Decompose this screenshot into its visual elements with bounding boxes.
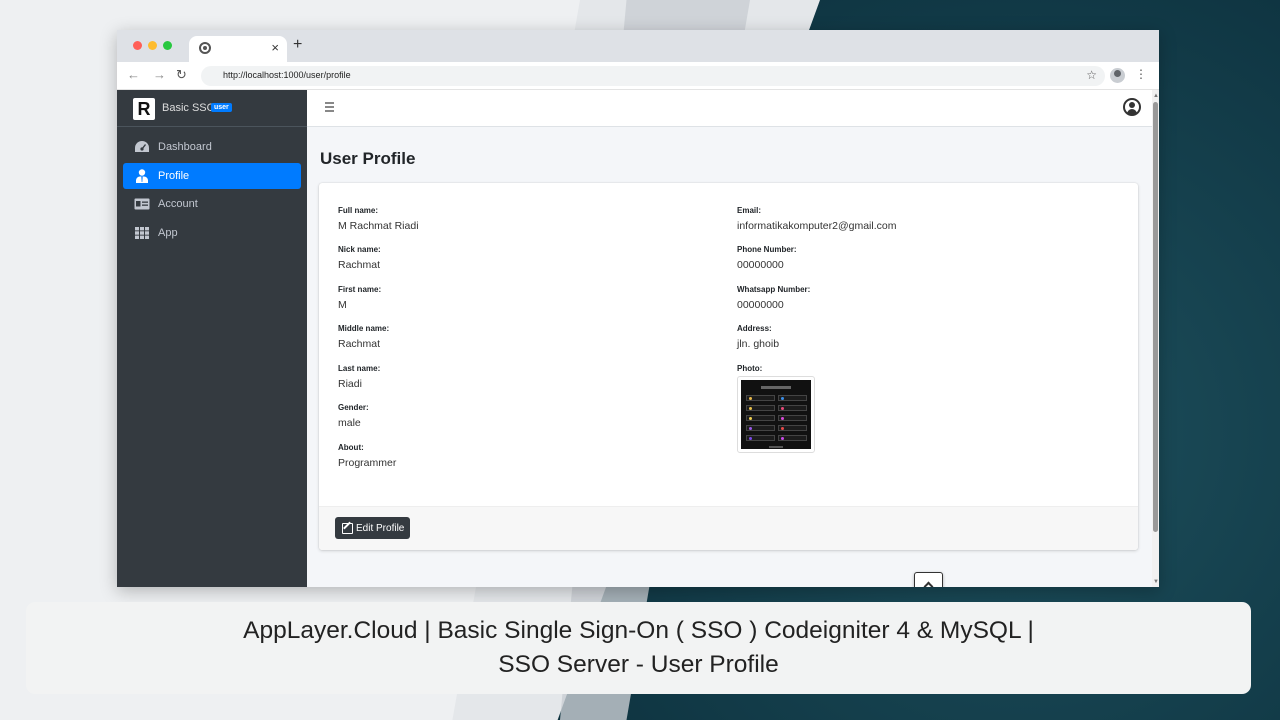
field-value: 00000000 [737,299,784,311]
field-label: Email: [737,206,762,215]
field-label: First name: [338,285,382,294]
field-label: Gender: [338,403,369,412]
caption-line-1: AppLayer.Cloud | Basic Single Sign-On ( … [243,617,1034,644]
user-account-icon[interactable] [1123,98,1141,116]
maximize-window-button[interactable] [163,41,172,50]
page-scrollbar[interactable]: ▲ ▼ [1152,90,1159,587]
reload-icon[interactable]: ↻ [176,67,187,83]
sidebar-item-dashboard[interactable]: Dashboard [123,134,301,160]
field-full-name: Full name: M Rachmat Riadi [338,206,419,232]
field-value: informatikakomputer2@gmail.com [737,220,897,232]
field-label: Middle name: [338,324,390,333]
sidebar-item-label: Account [158,198,198,210]
role-badge: user [211,103,232,112]
photo-thumbnail [741,380,811,449]
grid-icon [135,226,149,239]
field-whatsapp-number: Whatsapp Number: 00000000 [737,285,810,311]
sidebar-item-app[interactable]: App [123,220,301,246]
scroll-down-arrow-icon[interactable]: ▼ [1153,579,1159,585]
field-phone-number: Phone Number: 00000000 [737,245,797,271]
video-caption: AppLayer.Cloud | Basic Single Sign-On ( … [26,602,1251,694]
forward-arrow-icon[interactable]: → [153,67,166,82]
content-wrapper: User Profile Full name: M Rachmat Riadi … [307,127,1152,587]
window-controls [133,41,172,50]
field-value: male [338,417,361,429]
field-value: M Rachmat Riadi [338,220,419,232]
edit-icon [342,522,353,534]
field-value: 00000000 [737,259,784,271]
field-gender: Gender: male [338,403,369,429]
url-text: http://localhost:1000/user/profile [223,70,351,80]
field-label: Nick name: [338,245,381,254]
profile-card: Full name: M Rachmat Riadi Nick name: Ra… [319,183,1138,550]
bookmark-star-icon[interactable]: ☆ [1086,68,1097,82]
field-value: Rachmat [338,259,381,271]
dashboard-icon [135,141,149,152]
page-viewport: R Basic SSO user Dashboard Profile Accou… [117,90,1159,587]
scroll-up-arrow-icon[interactable]: ▲ [1153,93,1159,99]
top-navbar [307,90,1152,127]
back-arrow-icon[interactable]: ← [127,67,140,82]
sidebar: R Basic SSO user Dashboard Profile Accou… [117,90,307,587]
field-label: Whatsapp Number: [737,285,811,294]
tab-close-icon[interactable]: × [271,40,279,55]
edit-profile-label: Edit Profile [356,522,405,534]
minimize-window-button[interactable] [148,41,157,50]
field-value: Programmer [338,457,397,469]
field-label: Photo: [737,364,763,373]
field-label: Last name: [338,364,381,373]
field-value: jln. ghoib [737,338,780,350]
field-first-name: First name: M [338,285,381,311]
back-to-top-button[interactable] [914,572,943,587]
chevron-up-icon [923,581,934,587]
field-label: Full name: [338,206,379,215]
hamburger-menu-icon[interactable] [325,102,334,114]
browser-tab-bar: × + [117,30,1159,62]
sidebar-item-profile[interactable]: Profile [123,162,301,189]
caption-line-2: SSO Server - User Profile [498,651,779,678]
field-email: Email: informatikakomputer2@gmail.com [737,206,896,232]
scrollbar-thumb[interactable] [1153,102,1158,532]
field-value: Rachmat [338,338,381,350]
field-last-name: Last name: Riadi [338,364,380,390]
brand-link[interactable]: R Basic SSO user [117,90,307,127]
address-bar: ← → ↻ http://localhost:1000/user/profile… [117,62,1159,90]
id-card-icon [134,198,150,210]
browser-menu-icon[interactable]: ⋮ [1135,67,1147,81]
new-tab-button[interactable]: + [293,36,302,54]
field-label: About: [338,443,364,452]
brand-logo: R [133,98,155,120]
edit-profile-button[interactable]: Edit Profile [335,517,411,539]
field-about: About: Programmer [338,443,396,469]
field-nick-name: Nick name: Rachmat [338,245,381,271]
close-window-button[interactable] [133,41,142,50]
sidebar-item-label: Profile [158,169,190,182]
brand-name: Basic SSO [162,102,216,114]
url-field[interactable]: http://localhost:1000/user/profile ☆ [201,66,1105,86]
field-value: Riadi [338,378,362,390]
browser-tab[interactable]: × [189,36,287,62]
field-middle-name: Middle name: Rachmat [338,324,389,350]
sidebar-item-label: Dashboard [158,141,212,153]
profile-photo [737,376,815,453]
field-photo: Photo: [737,364,762,373]
sidebar-menu: Dashboard Profile Account App [117,127,307,246]
browser-profile-icon[interactable] [1110,68,1125,83]
user-tie-icon [136,168,148,183]
field-label: Phone Number: [737,245,797,254]
field-value: M [338,299,347,311]
card-footer: Edit Profile [319,506,1138,550]
field-address: Address: jln. ghoib [737,324,779,350]
sidebar-item-label: App [158,226,178,239]
sidebar-item-account[interactable]: Account [123,191,301,217]
chrome-icon [199,42,211,54]
page-title: User Profile [320,149,416,168]
browser-window: × + ← → ↻ http://localhost:1000/user/pro… [117,30,1159,587]
field-label: Address: [737,324,772,333]
